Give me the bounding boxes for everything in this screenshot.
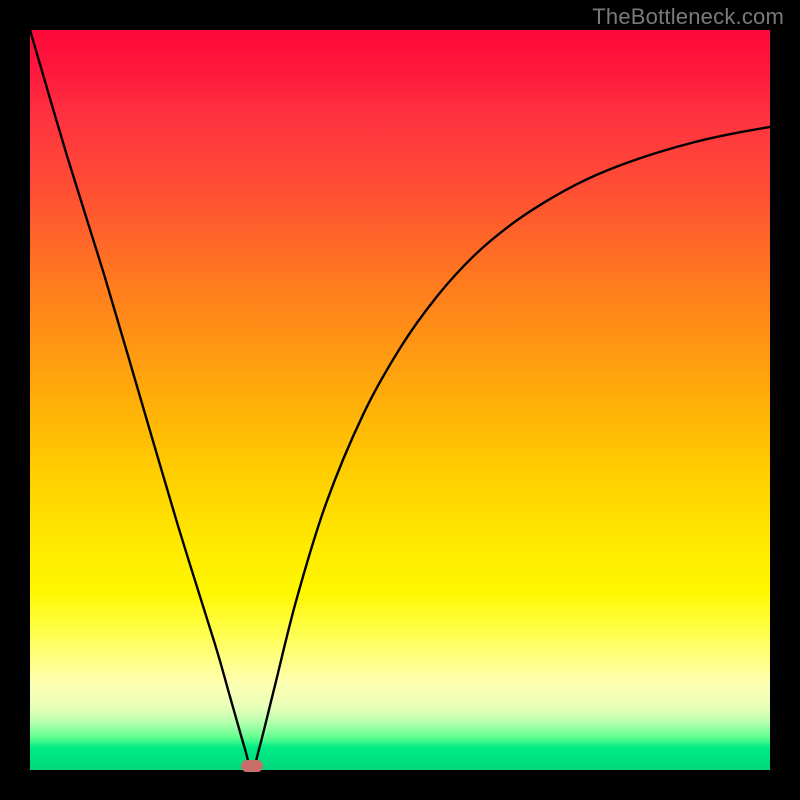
minimum-marker [241,760,263,772]
plot-area [30,30,770,770]
chart-frame: TheBottleneck.com [0,0,800,800]
watermark-text: TheBottleneck.com [592,4,784,30]
curve-svg [30,30,770,770]
bottleneck-curve [30,30,770,770]
